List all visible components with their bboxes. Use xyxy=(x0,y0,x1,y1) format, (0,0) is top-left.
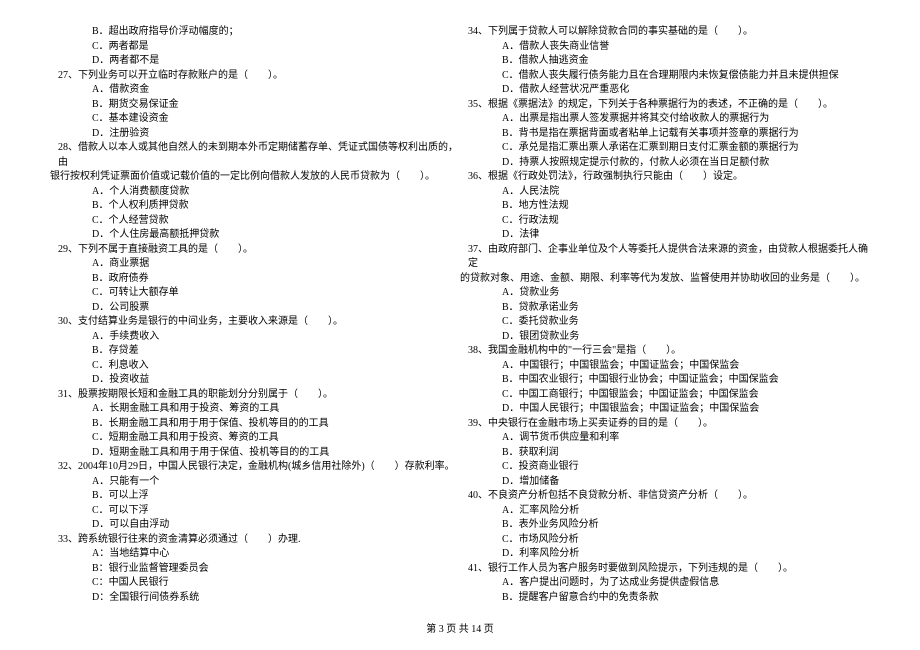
option: C．投资商业银行 xyxy=(460,460,870,475)
option: B．提醒客户留意合约中的免责条款 xyxy=(460,591,870,606)
question: 39、中央银行在金融市场上买卖证券的目的是（ ）。 xyxy=(460,417,870,432)
option: B．借款人抽逃资金 xyxy=(460,54,870,69)
option: B．中国农业银行；中国银行业协会；中国证监会；中国保监会 xyxy=(460,373,870,388)
option: A．借款资金 xyxy=(50,83,460,98)
question: 33、跨系统银行往来的资金清算必须通过（ ）办理. xyxy=(50,533,460,548)
option: C．借款人丧失履行债务能力且在合理期限内未恢复偿债能力并且未提供担保 xyxy=(460,69,870,84)
option: B．地方性法规 xyxy=(460,199,870,214)
option: D．银团贷款业务 xyxy=(460,330,870,345)
option: D．公司股票 xyxy=(50,301,460,316)
option: D．可以自由浮动 xyxy=(50,518,460,533)
option: C．行政法规 xyxy=(460,214,870,229)
option: B：银行业监督管理委员会 xyxy=(50,562,460,577)
option: B．背书是指在票据背面或者粘单上记载有关事项并签章的票据行为 xyxy=(460,127,870,142)
option: A．人民法院 xyxy=(460,185,870,200)
option: A．借款人丧失商业信誉 xyxy=(460,40,870,55)
question: 37、由政府部门、企事业单位及个人等委托人提供合法来源的资金，由贷款人根据委托人… xyxy=(460,243,870,272)
option: C．两者都是 xyxy=(50,40,460,55)
page-columns: B．超出政府指导价浮动幅度的； C．两者都是 D．两者都不是 27、下列业务可以… xyxy=(0,0,920,618)
option: A．个人消费额度贷款 xyxy=(50,185,460,200)
option: A：当地结算中心 xyxy=(50,547,460,562)
right-column: 34、下列属于贷款人可以解除贷款合同的事实基础的是（ ）。 A．借款人丧失商业信… xyxy=(460,25,870,608)
option: D．持票人按照规定提示付款的，付款人必须在当日足额付款 xyxy=(460,156,870,171)
option: D．投资收益 xyxy=(50,373,460,388)
option: D．借款人经营状况严重恶化 xyxy=(460,83,870,98)
option: B．长期金融工具和用于用于保值、投机等目的的工具 xyxy=(50,417,460,432)
option: A．中国银行；中国银监会；中国证监会；中国保监会 xyxy=(460,359,870,374)
question-wrap: 银行按权利凭证票面价值或记载价值的一定比例向借款人发放的人民币贷款为（ ）。 xyxy=(50,170,460,185)
question: 28、借款人以本人或其他自然人的未到期本外币定期储蓄存单、凭证式国债等权利出质的… xyxy=(50,141,460,170)
question: 41、银行工作人员为客户服务时要做到风险提示，下列违规的是（ ）。 xyxy=(460,562,870,577)
option: C．承兑是指汇票出票人承诺在汇票到期日支付汇票金额的票据行为 xyxy=(460,141,870,156)
option: C．基本建设资金 xyxy=(50,112,460,127)
option: D．两者都不是 xyxy=(50,54,460,69)
question: 32、2004年10月29日，中国人民银行决定，金融机构(城乡信用社除外)（ ）… xyxy=(50,460,460,475)
option: B．期货交易保证金 xyxy=(50,98,460,113)
question: 36、根据《行政处罚法》，行政强制执行只能由（ ）设定。 xyxy=(460,170,870,185)
option: D．短期金融工具和用于用于保值、投机等目的的工具 xyxy=(50,446,460,461)
option: C．个人经营贷款 xyxy=(50,214,460,229)
option: D．法律 xyxy=(460,228,870,243)
option: B．贷款承诺业务 xyxy=(460,301,870,316)
option: D．个人住房最高额抵押贷款 xyxy=(50,228,460,243)
option: B．获取利润 xyxy=(460,446,870,461)
option: A．手续费收入 xyxy=(50,330,460,345)
option: B．表外业务风险分析 xyxy=(460,518,870,533)
question: 38、我国金融机构中的"一行三会"是指（ ）。 xyxy=(460,344,870,359)
option: D．注册验资 xyxy=(50,127,460,142)
option: A．商业票据 xyxy=(50,257,460,272)
option: A．客户提出问题时，为了达成业务提供虚假信息 xyxy=(460,576,870,591)
question: 31、股票按期限长短和金融工具的职能划分分别属于（ ）。 xyxy=(50,388,460,403)
question: 40、不良资产分析包括不良贷款分析、非信贷资产分析（ ）。 xyxy=(460,489,870,504)
option: C．可转让大额存单 xyxy=(50,286,460,301)
option: D．利率风险分析 xyxy=(460,547,870,562)
option: A．调节货币供应量和利率 xyxy=(460,431,870,446)
option: B．个人权利质押贷款 xyxy=(50,199,460,214)
option: C．利息收入 xyxy=(50,359,460,374)
option: C．短期金融工具和用于投资、筹资的工具 xyxy=(50,431,460,446)
option: B．可以上浮 xyxy=(50,489,460,504)
option: B．超出政府指导价浮动幅度的； xyxy=(50,25,460,40)
question: 34、下列属于贷款人可以解除贷款合同的事实基础的是（ ）。 xyxy=(460,25,870,40)
option: A．出票是指出票人签发票据并将其交付给收款人的票据行为 xyxy=(460,112,870,127)
option: C．中国工商银行；中国银监会；中国证监会；中国保监会 xyxy=(460,388,870,403)
question: 27、下列业务可以开立临时存款账户的是（ ）。 xyxy=(50,69,460,84)
option: A．贷款业务 xyxy=(460,286,870,301)
option: D：全国银行间债券系统 xyxy=(50,591,460,606)
option: C．委托贷款业务 xyxy=(460,315,870,330)
option: C．市场风险分析 xyxy=(460,533,870,548)
option: B．政府债券 xyxy=(50,272,460,287)
question-wrap: 的贷款对象、用途、金额、期限、利率等代为发放、监督使用并协助收回的业务是（ ）。 xyxy=(460,272,870,287)
option: A．只能有一个 xyxy=(50,475,460,490)
question: 30、支付结算业务是银行的中间业务，主要收入来源是（ ）。 xyxy=(50,315,460,330)
option: D．增加储备 xyxy=(460,475,870,490)
option: C：中国人民银行 xyxy=(50,576,460,591)
page-footer: 第 3 页 共 14 页 xyxy=(0,618,920,635)
option: D．中国人民银行；中国银监会；中国证监会；中国保监会 xyxy=(460,402,870,417)
question: 29、下列不属于直接融资工具的是（ ）。 xyxy=(50,243,460,258)
question: 35、根据《票据法》的规定，下列关于各种票据行为的表述，不正确的是（ ）。 xyxy=(460,98,870,113)
option: C．可以下浮 xyxy=(50,504,460,519)
option: B．存贷差 xyxy=(50,344,460,359)
option: A．汇率风险分析 xyxy=(460,504,870,519)
left-column: B．超出政府指导价浮动幅度的； C．两者都是 D．两者都不是 27、下列业务可以… xyxy=(50,25,460,608)
option: A．长期金融工具和用于投资、筹资的工具 xyxy=(50,402,460,417)
